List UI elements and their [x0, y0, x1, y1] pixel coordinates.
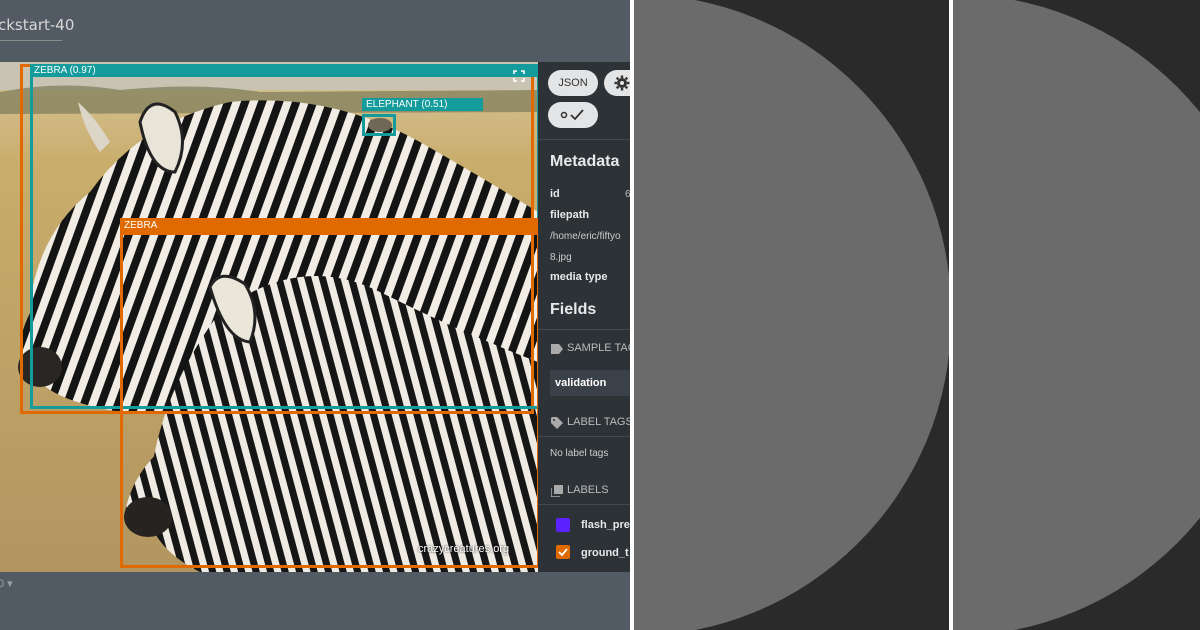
label-checkbox-ground-truth[interactable] — [556, 545, 570, 559]
sample-tags-label[interactable]: SAMPLE TAGS — [567, 342, 630, 354]
image-watermark: crazycreatures.org — [418, 543, 510, 555]
label-name-flash[interactable]: flash_pre — [581, 519, 630, 531]
metadata-heading: Metadata — [550, 153, 620, 170]
app-window: ckstart-40 ZEBRA (0.97) ELEPHANT (0.51) … — [0, 0, 630, 630]
labels-label[interactable]: LABELS — [567, 484, 609, 496]
sample-sidebar: JSON Metadata id 6 filepath /home/eric/f… — [538, 62, 630, 572]
label-checkbox-flash[interactable] — [556, 518, 570, 532]
label-tags-empty: No label tags — [550, 448, 609, 459]
meta-filepath-value-cont: 8.jpg — [550, 252, 572, 263]
next-sample-icon[interactable]: › — [512, 307, 517, 325]
stage: ckstart-40 ZEBRA (0.97) ELEPHANT (0.51) … — [0, 0, 1200, 630]
bbox-elephant[interactable] — [362, 114, 396, 136]
bbox-label-elephant: ELEPHANT (0.51) — [362, 98, 483, 111]
tag-check-button[interactable] — [548, 102, 598, 128]
gray-half-disc — [953, 0, 1200, 630]
check-icon — [560, 109, 584, 121]
checkmark-icon — [558, 548, 568, 557]
bbox-zebra-orange-small[interactable] — [120, 218, 538, 568]
labels-icon — [551, 485, 563, 497]
meta-id-key: id — [550, 188, 560, 200]
json-button[interactable]: JSON — [548, 70, 598, 96]
bbox-label-zebra-orange: ZEBRA — [120, 219, 538, 235]
meta-media-type-key: media type — [550, 271, 608, 283]
label-name-ground-truth[interactable]: ground_t — [581, 547, 629, 559]
gear-icon — [614, 75, 630, 91]
label-tag-icon — [551, 417, 563, 429]
meta-filepath-value: /home/eric/fiftyo — [550, 231, 621, 242]
fields-heading: Fields — [550, 301, 597, 318]
sidebar-divider — [538, 436, 630, 437]
tag-icon — [551, 344, 563, 354]
settings-button[interactable] — [604, 70, 630, 96]
label-tags-label[interactable]: LABEL TAGS — [567, 416, 630, 428]
title-underline — [0, 40, 62, 41]
gray-half-disc — [634, 0, 951, 630]
sample-tag-chip[interactable]: validation — [550, 370, 630, 396]
sample-image-panel[interactable]: ZEBRA (0.97) ELEPHANT (0.51) ZEBRA › cra… — [0, 62, 538, 572]
fullscreen-icon[interactable] — [513, 70, 525, 82]
sidebar-divider — [538, 504, 630, 505]
dataset-title[interactable]: ckstart-40 — [0, 16, 74, 34]
meta-filepath-key: filepath — [550, 209, 590, 221]
bbox-label-zebra-teal: ZEBRA (0.97) — [30, 64, 538, 77]
sidebar-divider — [538, 329, 630, 330]
footer-page-select[interactable]: 0 ▾ — [0, 577, 13, 590]
sidebar-divider — [538, 139, 630, 140]
